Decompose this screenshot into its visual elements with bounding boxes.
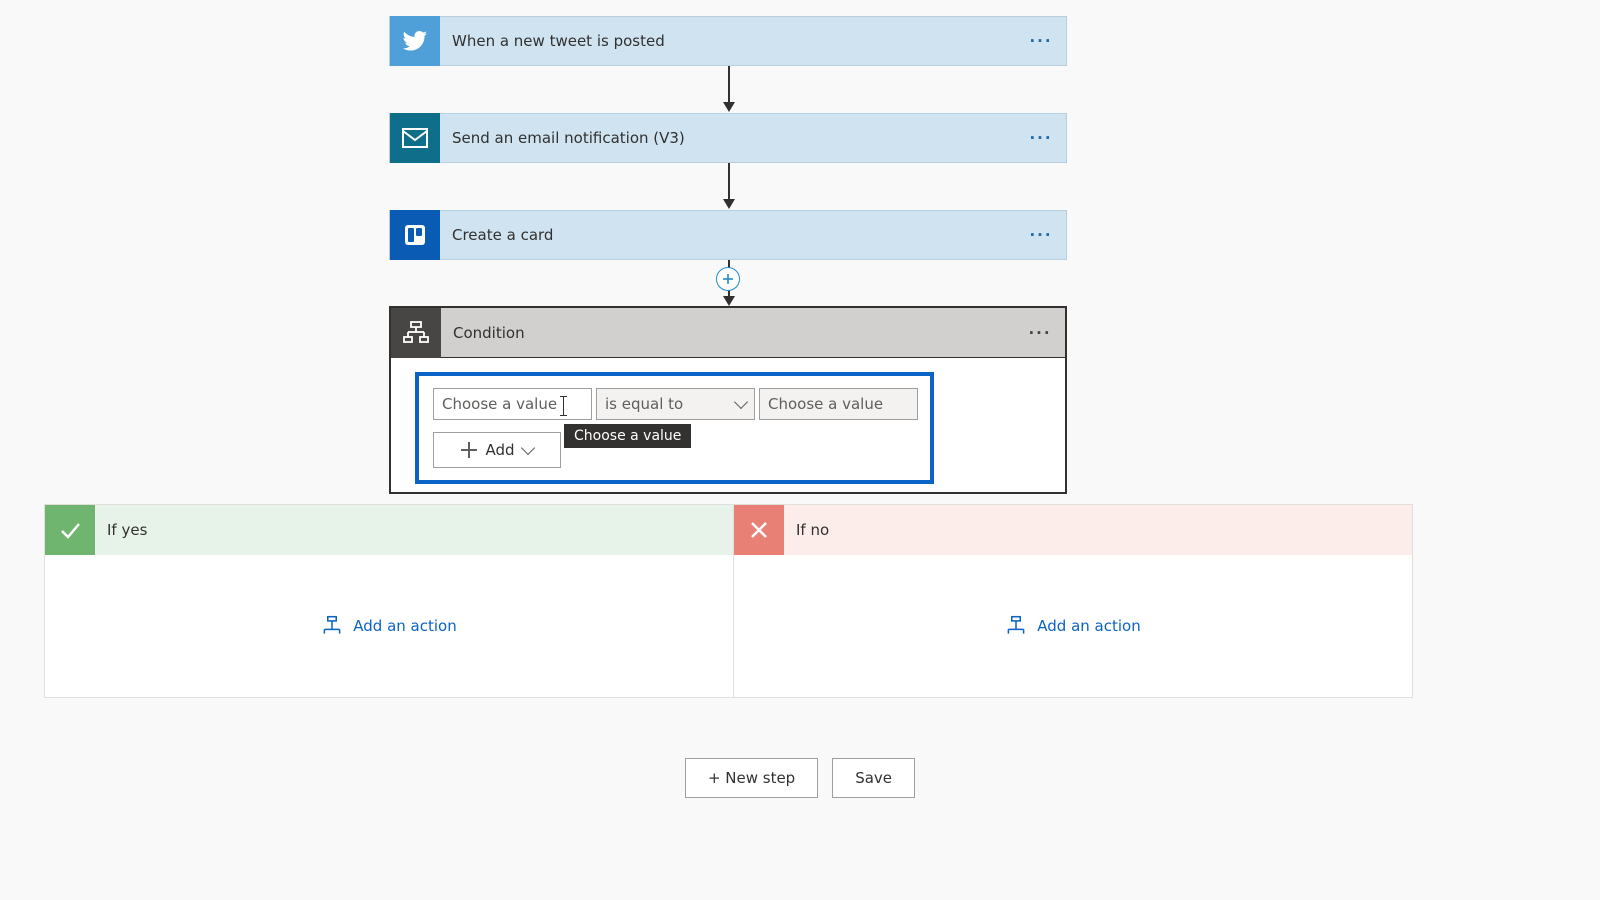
step-label: Create a card [440,226,1016,244]
step-menu-button[interactable]: ··· [1016,210,1066,260]
branch-if-no: If no Add an action [733,504,1413,698]
connector-arrow [723,66,735,112]
condition-operator-dropdown[interactable]: is equal to [596,388,755,420]
trello-icon [390,210,440,260]
branch-title: If yes [95,521,733,539]
branch-header[interactable]: If yes [45,505,733,555]
step-card-trello-action[interactable]: Create a card ··· [389,210,1067,260]
placeholder-text: Choose a value [442,395,557,413]
mail-icon [390,113,440,163]
save-button[interactable]: Save [832,758,915,798]
plus-icon [461,442,477,458]
step-menu-button[interactable]: ··· [1016,113,1066,163]
insert-step-button[interactable] [716,267,740,291]
condition-icon [391,308,441,358]
branch-header[interactable]: If no [734,505,1412,555]
add-action-button[interactable]: Add an action [1005,615,1140,637]
condition-right-value-input[interactable]: Choose a value [759,388,918,420]
flow-designer-canvas: When a new tweet is posted ··· Send an e… [0,0,1600,900]
twitter-icon [390,16,440,66]
add-action-button[interactable]: Add an action [321,615,456,637]
footer-actions: + New step Save [0,758,1600,798]
condition-expression-group: Choose a value is equal to Choose a valu… [415,372,934,484]
step-menu-button[interactable]: ··· [1016,16,1066,66]
step-label: Send an email notification (V3) [440,129,1016,147]
condition-header[interactable]: Condition ··· [391,308,1065,358]
tooltip: Choose a value [564,424,691,448]
step-menu-button[interactable]: ··· [1015,308,1065,358]
step-card-condition: Condition ··· Choose a value is equal to… [389,306,1067,494]
chevron-down-icon [734,395,748,409]
condition-add-row-button[interactable]: Add [433,432,561,468]
condition-left-value-input[interactable]: Choose a value [433,388,592,420]
new-step-button[interactable]: + New step [685,758,818,798]
connector-arrow [723,163,735,209]
add-action-icon [1005,615,1027,637]
branch-title: If no [784,521,1412,539]
add-action-icon [321,615,343,637]
chevron-down-icon [520,441,534,455]
condition-title: Condition [441,324,1015,342]
check-icon [45,505,95,555]
branch-if-yes: If yes Add an action [44,504,734,698]
placeholder-text: Choose a value [768,395,883,413]
close-icon [734,505,784,555]
step-label: When a new tweet is posted [440,32,1016,50]
step-card-twitter-trigger[interactable]: When a new tweet is posted ··· [389,16,1067,66]
text-caret [563,397,564,415]
step-card-email-action[interactable]: Send an email notification (V3) ··· [389,113,1067,163]
